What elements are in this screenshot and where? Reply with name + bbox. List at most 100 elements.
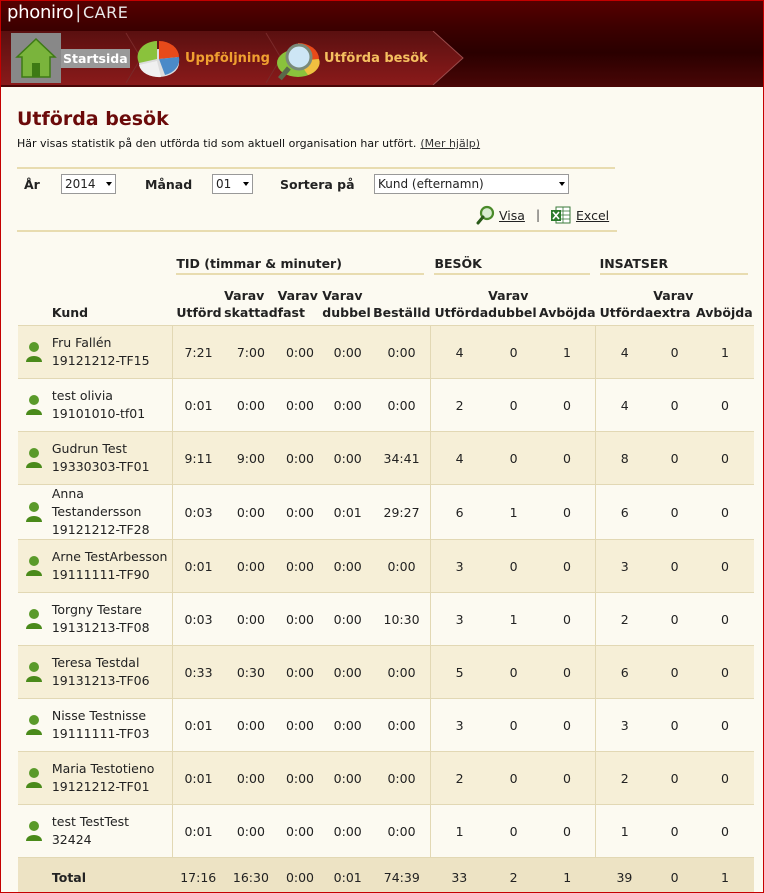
col-tid-dubbel: Varav dubbel xyxy=(322,288,371,320)
table-cell: 0:00 xyxy=(373,645,431,699)
table-cell: 0:00 xyxy=(277,698,323,752)
nav-label-utforda-besok: Utförda besök xyxy=(324,50,428,66)
customer-name: Gudrun Test xyxy=(51,441,127,456)
table-cell: 0:33 xyxy=(172,645,225,699)
table-cell: 0 xyxy=(653,539,697,593)
person-icon xyxy=(25,714,43,736)
page-title: Utförda besök xyxy=(17,108,169,130)
sort-select[interactable]: Kund (efternamn) xyxy=(374,174,569,194)
col-tid-bestalld: Beställd xyxy=(373,305,431,320)
sort-label: Sortera på xyxy=(280,177,355,192)
table-cell: 0:00 xyxy=(322,645,374,699)
year-label: År xyxy=(24,177,40,192)
table-cell: 0 xyxy=(488,751,539,805)
person-icon xyxy=(25,394,43,416)
table-cell: 0:01 xyxy=(172,698,225,752)
table-cell: 0:01 xyxy=(172,804,225,858)
pie-chart-icon xyxy=(135,33,185,83)
total-row: Total 17:16 16:30 0:00 0:01 74:39 33 2 1… xyxy=(18,857,754,892)
magnifier-icon[interactable] xyxy=(476,205,496,225)
table-cell: 3 xyxy=(430,539,489,593)
excel-icon[interactable] xyxy=(550,205,572,225)
subtitle-text: Här visas statistik på den utförda tid s… xyxy=(17,137,417,150)
month-select[interactable]: 01 xyxy=(212,174,253,194)
year-select[interactable]: 2014 xyxy=(61,174,116,194)
house-icon xyxy=(11,33,61,83)
table-cell: 0 xyxy=(653,698,697,752)
table-cell: 0 xyxy=(538,751,597,805)
help-link[interactable]: (Mer hjälp) xyxy=(420,137,480,150)
nav-item-uppfoljning[interactable]: Uppföljning xyxy=(135,31,270,85)
month-label: Månad xyxy=(145,177,193,192)
nav-item-utforda-besok[interactable]: Utförda besök xyxy=(274,31,428,85)
col-besok-utforda: Utförda xyxy=(434,305,489,320)
excel-link[interactable]: Excel xyxy=(576,208,609,223)
table-row[interactable]: Teresa Testdal 19131213-TF06 0:33 0:30 0:00 0… xyxy=(18,645,754,699)
total-cell: 16:30 xyxy=(224,857,278,892)
table-row[interactable]: Nisse Testnisse 19111111-TF03 0:01 0:00 0:00… xyxy=(18,698,754,752)
group-insatser: INSATSER xyxy=(596,253,754,275)
table-cell: 0 xyxy=(696,484,754,540)
table-cell: 2 xyxy=(595,592,654,646)
customer-name: Maria Testotieno xyxy=(51,761,155,776)
table-row[interactable]: Gudrun Test 19330303-TF01 9:11 9:00 0:00 0:00… xyxy=(18,431,754,485)
table-cell: 0:00 xyxy=(224,592,278,646)
table-cell: 0:00 xyxy=(277,431,323,485)
sort-select-value: Kund (efternamn) xyxy=(378,177,484,191)
table-cell: 0 xyxy=(538,431,597,485)
table-cell: 0 xyxy=(538,645,597,699)
table-cell: 0:01 xyxy=(172,378,225,432)
table-cell: 2 xyxy=(430,378,489,432)
table-cell: 0:00 xyxy=(277,804,323,858)
customer-name: Teresa Testdal xyxy=(51,655,140,670)
table-row[interactable]: Anna Testandersson 19121212-TF28 0:03 0:00 0… xyxy=(18,484,754,540)
table-cell: 0:00 xyxy=(277,378,323,432)
person-icon-cell xyxy=(18,645,50,699)
table-cell: 0:03 xyxy=(172,592,225,646)
table-row[interactable]: Torgny Testare 19131213-TF08 0:03 0:00 0:00 0… xyxy=(18,592,754,646)
group-besok: BESÖK xyxy=(430,253,595,275)
app-frame: phoniro | CARE Startsida Uppföljning Utf… xyxy=(0,0,764,893)
customer-name: Arne TestArbesson xyxy=(51,549,168,564)
person-icon-cell xyxy=(18,804,50,858)
nav-item-startsida[interactable]: Startsida xyxy=(11,31,130,85)
customer-cell: Gudrun Test 19330303-TF01 xyxy=(49,431,173,485)
total-cell: 0:00 xyxy=(277,857,323,892)
table-cell: 0 xyxy=(538,698,597,752)
table-cell: 0 xyxy=(488,378,539,432)
customer-id: 19131213-TF06 xyxy=(51,673,150,688)
table-cell: 0 xyxy=(696,645,754,699)
table-cell: 0 xyxy=(653,484,697,540)
person-icon xyxy=(25,501,43,523)
total-cell: 0:01 xyxy=(322,857,374,892)
table-cell: 0 xyxy=(696,804,754,858)
total-cell: 33 xyxy=(430,857,489,892)
table-cell: 0:00 xyxy=(277,325,323,379)
customer-cell: Nisse Testnisse 19111111-TF03 xyxy=(49,698,173,752)
col-ins-extra: Varav extra xyxy=(653,288,694,320)
table-cell: 0 xyxy=(653,592,697,646)
table-cell: 0:00 xyxy=(322,592,374,646)
table-cell: 0:00 xyxy=(224,539,278,593)
table-row[interactable]: Maria Testotieno 19121212-TF01 0:01 0:00 0:0… xyxy=(18,751,754,805)
table-cell: 5 xyxy=(430,645,489,699)
col-ins-utforda: Utförda xyxy=(599,305,654,320)
table-cell: 4 xyxy=(595,325,654,379)
table-cell: 0 xyxy=(696,751,754,805)
customer-id: 19111111-TF03 xyxy=(51,726,150,741)
table-cell: 0:00 xyxy=(322,378,374,432)
visa-link[interactable]: Visa xyxy=(499,208,525,223)
table-cell: 0 xyxy=(488,645,539,699)
table-row[interactable]: Arne TestArbesson 19111111-TF90 0:01 0:00 0:… xyxy=(18,539,754,593)
group-header-row: TID (timmar & minuter) BESÖK INSATSER xyxy=(18,253,754,275)
table-cell: 0:30 xyxy=(224,645,278,699)
customer-cell: Anna Testandersson 19121212-TF28 xyxy=(49,484,173,540)
table-row[interactable]: test olivia 19101010-tf01 0:01 0:00 0:00 0:00… xyxy=(18,378,754,432)
table-cell: 9:00 xyxy=(224,431,278,485)
table-row[interactable]: test TestTest 32424 0:01 0:00 0:00 0:00 0:00 1 0… xyxy=(18,804,754,858)
table-cell: 1 xyxy=(488,592,539,646)
person-icon xyxy=(25,447,43,469)
col-tid-utford: Utförd xyxy=(176,305,222,320)
table-row[interactable]: Fru Fallén 19121212-TF15 7:21 7:00 0:00 0:00 0… xyxy=(18,325,754,379)
table-cell: 2 xyxy=(430,751,489,805)
